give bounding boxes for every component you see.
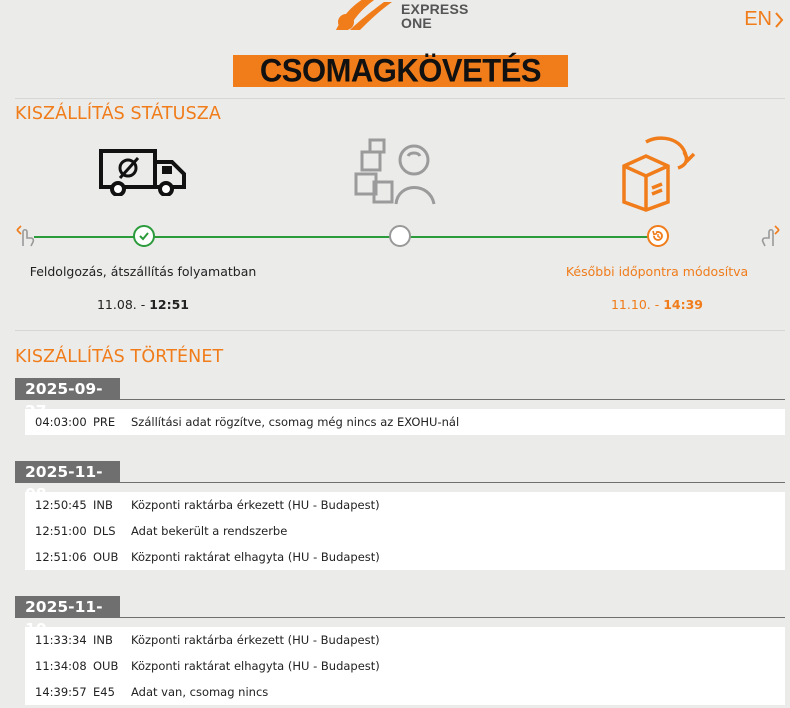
event-code: INB bbox=[93, 633, 113, 647]
page-title-banner: CSOMAGKÖVETÉS bbox=[233, 52, 568, 89]
page-header: EXPRESS ONE EN CSOMAGKÖVETÉS bbox=[0, 0, 790, 100]
event-time: 12:51:00 bbox=[35, 524, 87, 538]
event-description: Központi raktárba érkezett (HU - Budapes… bbox=[131, 633, 380, 647]
day-header-line bbox=[120, 482, 785, 483]
step-1-datetime: 11.08. - 12:51 bbox=[96, 297, 190, 312]
timeline-node-done bbox=[133, 225, 155, 247]
scroll-left-hand-icon[interactable] bbox=[14, 222, 36, 248]
checkmark-icon bbox=[139, 232, 149, 241]
day-date-tag: 2025-09-27 bbox=[15, 378, 120, 420]
logo-line-1: EXPRESS bbox=[401, 1, 469, 17]
event-time: 12:51:06 bbox=[35, 550, 87, 564]
history-day-2: 2025-11-08 12:50:45 INB Központi raktárb… bbox=[15, 461, 785, 570]
event-row: 11:33:34 INB Központi raktárba érkezett … bbox=[25, 627, 785, 653]
day-header-line bbox=[120, 399, 785, 400]
event-row: 12:50:45 INB Központi raktárba érkezett … bbox=[25, 492, 785, 518]
logo-wordmark: EXPRESS ONE bbox=[401, 2, 469, 30]
history-day-3: 2025-11-10 11:33:34 INB Központi raktárb… bbox=[15, 596, 785, 705]
event-list: 11:33:34 INB Központi raktárba érkezett … bbox=[25, 627, 785, 705]
step-3-time: 14:39 bbox=[663, 297, 704, 312]
undo-clock-icon bbox=[652, 230, 663, 241]
step-1-date: 11.08. bbox=[96, 297, 137, 312]
timeline-track-segment bbox=[400, 236, 658, 238]
language-switch-button[interactable]: EN bbox=[744, 8, 784, 31]
step-3-label: Későbbi időpontra módosítva bbox=[565, 264, 749, 279]
header-divider bbox=[15, 98, 785, 99]
event-time: 14:39:57 bbox=[35, 685, 87, 699]
event-description: Központi raktárat elhagyta (HU - Budapes… bbox=[131, 550, 380, 564]
event-description: Adat bekerült a rendszerbe bbox=[131, 524, 288, 538]
history-day-1: 2025-09-27 04:03:00 PRE Szállítási adat … bbox=[15, 378, 785, 435]
day-date-tag: 2025-11-10 bbox=[15, 596, 120, 638]
courier-packages-icon bbox=[354, 138, 436, 205]
event-row: 11:34:08 OUB Központi raktárat elhagyta … bbox=[25, 653, 785, 679]
timeline-node-pending bbox=[389, 225, 411, 247]
step-3-date: 11.10. bbox=[610, 297, 651, 312]
chevron-right-icon bbox=[775, 11, 784, 28]
event-code: INB bbox=[93, 498, 113, 512]
logo-line-2: ONE bbox=[401, 15, 432, 31]
event-description: Szállítási adat rögzítve, csomag még nin… bbox=[131, 415, 460, 429]
day-header: 2025-11-10 bbox=[15, 596, 785, 638]
event-description: Központi raktárba érkezett (HU - Budapes… bbox=[131, 498, 380, 512]
status-section-title: KISZÁLLÍTÁS STÁTUSZA bbox=[15, 104, 221, 124]
event-list: 04:03:00 PRE Szállítási adat rögzítve, c… bbox=[25, 409, 785, 435]
timeline-track-segment bbox=[34, 236, 144, 238]
event-code: PRE bbox=[93, 415, 116, 429]
event-row: 14:39:57 E45 Adat van, csomag nincs bbox=[25, 679, 785, 705]
step-3-datetime: 11.10. - 14:39 bbox=[610, 297, 704, 312]
event-row: 12:51:06 OUB Központi raktárat elhagyta … bbox=[25, 544, 785, 570]
event-description: Központi raktárat elhagyta (HU - Budapes… bbox=[131, 659, 380, 673]
event-code: E45 bbox=[93, 685, 115, 699]
day-header: 2025-11-08 bbox=[15, 461, 785, 503]
event-code: OUB bbox=[93, 659, 119, 673]
page-title: CSOMAGKÖVETÉS bbox=[259, 52, 542, 89]
event-code: DLS bbox=[93, 524, 116, 538]
event-row: 12:51:00 DLS Adat bekerült a rendszerbe bbox=[25, 518, 785, 544]
timeline-track-segment bbox=[144, 236, 400, 238]
step-1-label: Feldolgozás, átszállítás folyamatban bbox=[29, 264, 257, 279]
day-date-tag: 2025-11-08 bbox=[15, 461, 120, 503]
status-divider bbox=[15, 330, 785, 331]
return-box-icon bbox=[622, 136, 696, 212]
event-row: 04:03:00 PRE Szállítási adat rögzítve, c… bbox=[25, 409, 785, 435]
event-description: Adat van, csomag nincs bbox=[131, 685, 269, 699]
event-time: 11:34:08 bbox=[35, 659, 87, 673]
history-section-title: KISZÁLLÍTÁS TÖRTÉNET bbox=[15, 347, 224, 367]
scroll-right-hand-icon[interactable] bbox=[760, 222, 782, 248]
day-header-line bbox=[120, 617, 785, 618]
event-list: 12:50:45 INB Központi raktárba érkezett … bbox=[25, 492, 785, 570]
timeline-node-rescheduled bbox=[647, 225, 669, 247]
delivery-truck-icon bbox=[99, 149, 186, 196]
event-code: OUB bbox=[93, 550, 119, 564]
step-1-time: 12:51 bbox=[149, 297, 190, 312]
language-label: EN bbox=[744, 8, 772, 30]
day-header: 2025-09-27 bbox=[15, 378, 785, 420]
